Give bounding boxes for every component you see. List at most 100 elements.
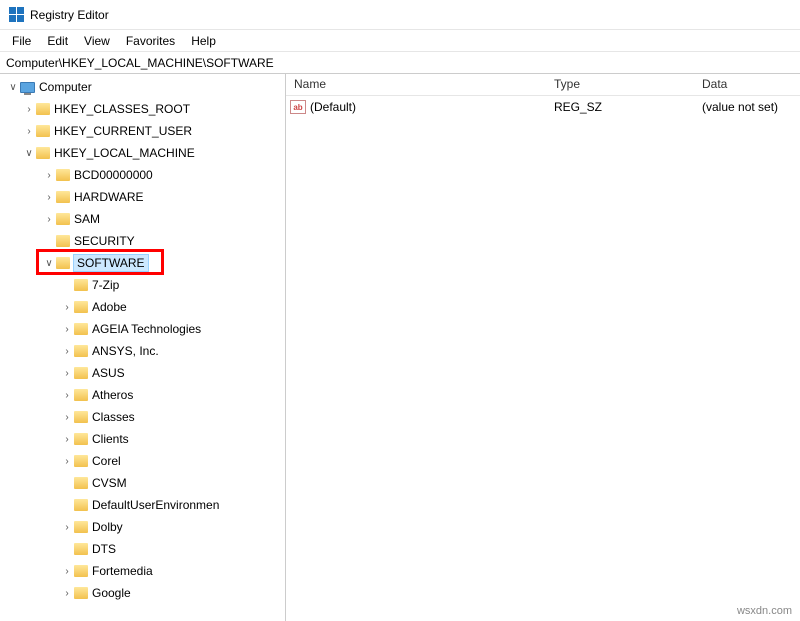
folder-icon [74, 345, 88, 357]
chevron-right-icon[interactable]: › [60, 390, 74, 401]
tree-security[interactable]: · SECURITY [2, 230, 285, 252]
tree-hkcu[interactable]: › HKEY_CURRENT_USER [2, 120, 285, 142]
menu-file[interactable]: File [4, 32, 39, 50]
tree-fortemedia[interactable]: › Fortemedia [2, 560, 285, 582]
menu-edit[interactable]: Edit [39, 32, 76, 50]
chevron-right-icon[interactable]: › [60, 346, 74, 357]
tree-ansys[interactable]: › ANSYS, Inc. [2, 340, 285, 362]
tree-label: DefaultUserEnvironmen [92, 498, 219, 512]
tree-label: Clients [92, 432, 129, 446]
folder-icon [56, 191, 70, 203]
tree-atheros[interactable]: › Atheros [2, 384, 285, 406]
col-type[interactable]: Type [546, 74, 694, 95]
chevron-down-icon[interactable]: ∨ [22, 148, 36, 159]
tree-label: DTS [92, 542, 116, 556]
chevron-right-icon[interactable]: › [60, 434, 74, 445]
menubar: File Edit View Favorites Help [0, 30, 800, 52]
chevron-right-icon[interactable]: › [60, 302, 74, 313]
chevron-right-icon[interactable]: › [60, 522, 74, 533]
chevron-right-icon[interactable]: › [60, 324, 74, 335]
tree-hklm[interactable]: ∨ HKEY_LOCAL_MACHINE [2, 142, 285, 164]
tree-7zip[interactable]: · 7-Zip [2, 274, 285, 296]
chevron-right-icon[interactable]: › [60, 566, 74, 577]
chevron-down-icon[interactable]: ∨ [42, 258, 56, 269]
folder-icon [56, 257, 70, 269]
folder-icon [74, 411, 88, 423]
regedit-icon [8, 7, 24, 23]
tree-pane[interactable]: ∨ Computer › HKEY_CLASSES_ROOT › HKEY_CU… [0, 74, 286, 621]
menu-view[interactable]: View [76, 32, 118, 50]
tree-ageia[interactable]: › AGEIA Technologies [2, 318, 285, 340]
chevron-right-icon[interactable]: › [42, 214, 56, 225]
tree-label: Atheros [92, 388, 133, 402]
folder-icon [74, 543, 88, 555]
tree-root-computer[interactable]: ∨ Computer [2, 76, 285, 98]
chevron-right-icon[interactable]: › [60, 588, 74, 599]
string-value-icon: ab [290, 100, 306, 114]
computer-icon [20, 82, 35, 93]
chevron-right-icon[interactable]: › [22, 126, 36, 137]
titlebar: Registry Editor [0, 0, 800, 30]
menu-help[interactable]: Help [183, 32, 224, 50]
tree-label: BCD00000000 [74, 168, 153, 182]
folder-icon [36, 103, 50, 115]
folder-icon [74, 587, 88, 599]
tree-classes[interactable]: › Classes [2, 406, 285, 428]
tree-label: HKEY_LOCAL_MACHINE [54, 146, 195, 160]
tree-label: SECURITY [74, 234, 135, 248]
col-name[interactable]: Name [286, 74, 546, 95]
address-bar[interactable]: Computer\HKEY_LOCAL_MACHINE\SOFTWARE [0, 52, 800, 74]
tree-label: 7-Zip [92, 278, 119, 292]
value-type: REG_SZ [546, 100, 694, 114]
tree-corel[interactable]: › Corel [2, 450, 285, 472]
folder-icon [56, 169, 70, 181]
tree-dolby[interactable]: › Dolby [2, 516, 285, 538]
no-chevron: · [42, 236, 56, 247]
list-header[interactable]: Name Type Data [286, 74, 800, 96]
tree-label-selected: SOFTWARE [74, 255, 148, 271]
list-pane[interactable]: Name Type Data ab (Default) REG_SZ (valu… [286, 74, 800, 621]
folder-icon [74, 389, 88, 401]
no-chevron: · [60, 478, 74, 489]
tree-software[interactable]: ∨ SOFTWARE [2, 252, 285, 274]
chevron-down-icon[interactable]: ∨ [6, 82, 20, 93]
col-data[interactable]: Data [694, 74, 800, 95]
watermark: wsxdn.com [737, 605, 792, 617]
window-title: Registry Editor [30, 8, 109, 22]
folder-icon [74, 301, 88, 313]
tree-clients[interactable]: › Clients [2, 428, 285, 450]
value-name: (Default) [310, 100, 356, 114]
tree-due[interactable]: · DefaultUserEnvironmen [2, 494, 285, 516]
menu-favorites[interactable]: Favorites [118, 32, 183, 50]
folder-icon [56, 235, 70, 247]
folder-icon [74, 521, 88, 533]
folder-icon [74, 499, 88, 511]
tree-cvsm[interactable]: · CVSM [2, 472, 285, 494]
chevron-right-icon[interactable]: › [42, 192, 56, 203]
tree-label: Adobe [92, 300, 127, 314]
folder-icon [74, 367, 88, 379]
chevron-right-icon[interactable]: › [22, 104, 36, 115]
tree-asus[interactable]: › ASUS [2, 362, 285, 384]
folder-icon [74, 323, 88, 335]
chevron-right-icon[interactable]: › [42, 170, 56, 181]
folder-icon [56, 213, 70, 225]
tree-label: ANSYS, Inc. [92, 344, 159, 358]
tree-hardware[interactable]: › HARDWARE [2, 186, 285, 208]
list-row[interactable]: ab (Default) REG_SZ (value not set) [286, 96, 800, 118]
tree-sam[interactable]: › SAM [2, 208, 285, 230]
folder-icon [74, 565, 88, 577]
tree-adobe[interactable]: › Adobe [2, 296, 285, 318]
no-chevron: · [60, 500, 74, 511]
tree-hkcr[interactable]: › HKEY_CLASSES_ROOT [2, 98, 285, 120]
address-path: Computer\HKEY_LOCAL_MACHINE\SOFTWARE [6, 56, 274, 70]
chevron-right-icon[interactable]: › [60, 456, 74, 467]
tree-dts[interactable]: · DTS [2, 538, 285, 560]
tree-label: Google [92, 586, 131, 600]
tree-label: ASUS [92, 366, 125, 380]
chevron-right-icon[interactable]: › [60, 412, 74, 423]
tree-bcd[interactable]: › BCD00000000 [2, 164, 285, 186]
chevron-right-icon[interactable]: › [60, 368, 74, 379]
tree-google[interactable]: › Google [2, 582, 285, 604]
tree-label: SAM [74, 212, 100, 226]
